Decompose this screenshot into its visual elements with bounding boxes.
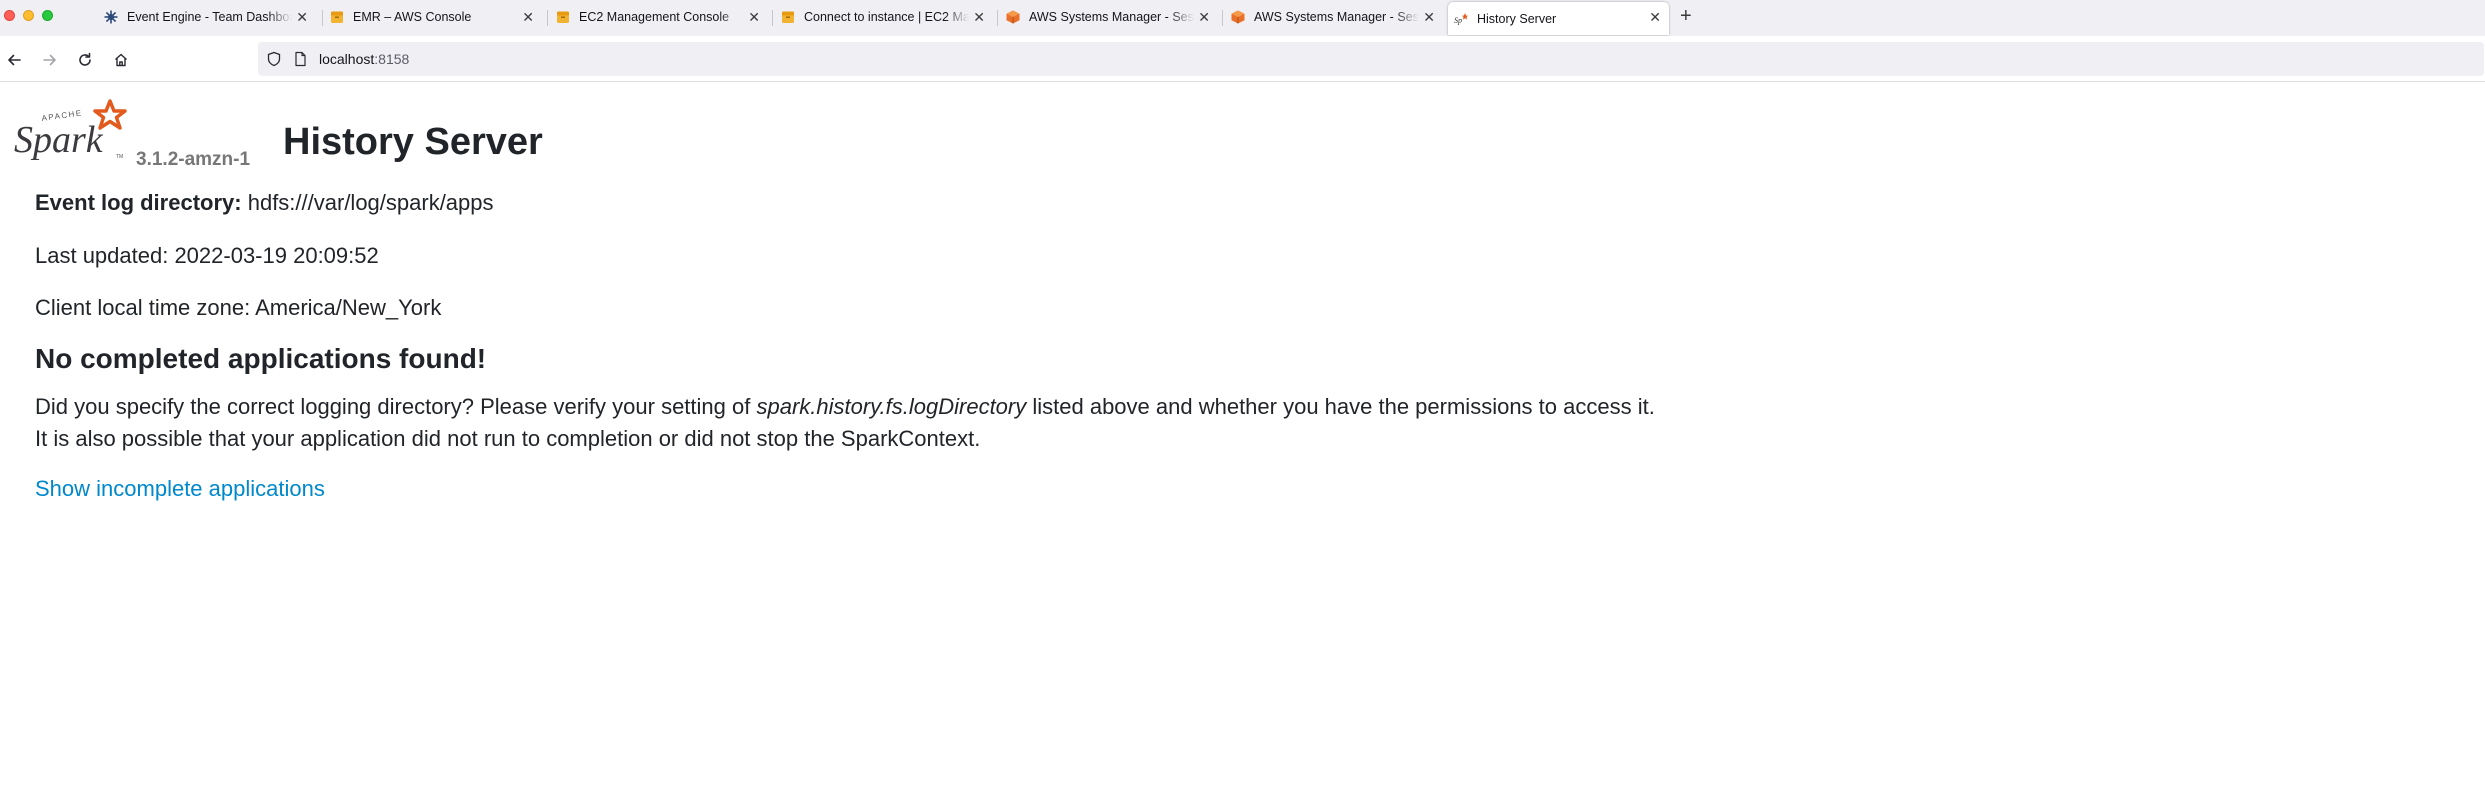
help-message-text: listed above and whether you have the pe… [1026,394,1655,419]
page-icon[interactable] [292,51,308,72]
tab-divider [1222,10,1223,26]
tab-divider [547,10,548,26]
tab-divider [322,10,323,26]
aws-box-icon [781,10,795,24]
back-icon[interactable] [3,49,25,71]
window-maximize-button[interactable] [42,10,53,21]
spark-logo[interactable]: APACHE Spark TM [12,98,132,161]
address-bar[interactable]: localhost:8158 [258,42,2484,76]
tab-ec2[interactable]: EC2 Management Console ✕ [550,2,768,32]
tab-close-icon[interactable]: ✕ [973,9,985,25]
tab-close-icon[interactable]: ✕ [748,9,760,25]
svg-text:Sp: Sp [1454,16,1462,25]
tab-label: Event Engine - Team Dashboard [127,10,292,24]
aws-cube-icon [1006,10,1020,24]
page-title: History Server [283,121,543,163]
url-text[interactable]: localhost:8158 [319,51,409,67]
client-time-zone: Client local time zone: America/New_York [35,295,442,320]
tab-bar: Event Engine - Team Dashboard ✕ EMR – AW… [0,0,2485,36]
reload-icon[interactable] [74,49,96,71]
tab-label: AWS Systems Manager - Session Manager [1254,10,1419,24]
window-close-button[interactable] [4,10,15,21]
tab-label: Connect to instance | EC2 Management Con… [804,10,969,24]
url-port: :8158 [374,51,410,67]
no-applications-heading: No completed applications found! [35,343,487,374]
show-incomplete-applications-link[interactable]: Show incomplete applications [35,476,325,502]
svg-text:Spark: Spark [14,119,104,160]
tab-emr[interactable]: EMR – AWS Console ✕ [324,2,542,32]
new-tab-button[interactable]: + [1680,6,1692,26]
spark-icon: Sp [1454,12,1468,26]
spark-version: 3.1.2-amzn-1 [136,149,251,170]
tab-ssm-1[interactable]: AWS Systems Manager - Session Manager ✕ [1000,2,1218,32]
tab-close-icon[interactable]: ✕ [296,9,308,25]
shield-icon[interactable] [266,51,282,72]
tab-close-icon[interactable]: ✕ [1649,9,1661,25]
tab-ssm-2[interactable]: AWS Systems Manager - Session Manager ✕ [1225,2,1443,32]
aws-cube-icon [1231,10,1245,24]
tab-divider [772,10,773,26]
tab-label: EC2 Management Console [579,10,730,24]
event-log-label: Event log directory: [35,190,242,215]
event-log-directory: Event log directory: hdfs:///var/log/spa… [35,190,494,216]
event-engine-icon [104,10,118,24]
tab-label: EMR – AWS Console [353,10,472,24]
help-message-line-2: It is also possible that your applicatio… [35,426,981,451]
tab-event-engine[interactable]: Event Engine - Team Dashboard ✕ [98,2,316,32]
tab-close-icon[interactable]: ✕ [1423,9,1435,25]
aws-box-icon [556,10,570,24]
window-minimize-button[interactable] [23,10,34,21]
tab-close-icon[interactable]: ✕ [1198,9,1210,25]
tab-history-server[interactable]: Sp History Server ✕ [1448,2,1669,35]
tab-label: History Server [1477,11,1557,26]
tab-divider [997,10,998,26]
help-message-line-1: Did you specify the correct logging dire… [35,394,1655,420]
tab-connect-instance[interactable]: Connect to instance | EC2 Management Con… [775,2,993,32]
tab-label: AWS Systems Manager - Session Manager [1029,10,1194,24]
tab-close-icon[interactable]: ✕ [522,9,534,25]
event-log-value: hdfs:///var/log/spark/apps [247,190,494,215]
aws-box-icon [330,10,344,24]
page-header: APACHE Spark TM 3.1.2-amzn-1 History Ser… [12,98,612,170]
forward-icon[interactable] [39,49,61,71]
home-icon[interactable] [110,49,132,71]
help-message-text: Did you specify the correct logging dire… [35,394,757,419]
last-updated: Last updated: 2022-03-19 20:09:52 [35,243,379,268]
url-host: localhost [319,51,375,67]
navigation-toolbar: localhost:8158 [0,36,2485,82]
svg-text:TM: TM [116,154,123,160]
log-directory-setting: spark.history.fs.logDirectory [756,394,1027,419]
